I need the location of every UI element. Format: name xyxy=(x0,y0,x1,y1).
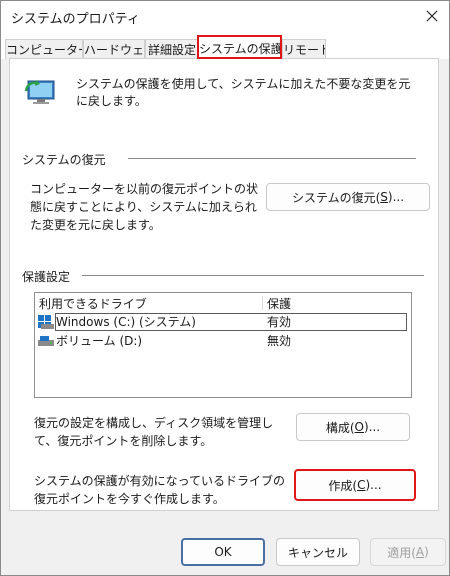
column-header-protection[interactable]: 保護 xyxy=(267,295,291,312)
tab-advanced[interactable]: 詳細設定 xyxy=(145,39,199,59)
tab-strip: コンピューター名 ハードウェア 詳細設定 システムの保護 リモート xyxy=(1,31,449,59)
create-button[interactable]: 作成(C)... xyxy=(294,469,416,501)
drive-list-header: 利用できるドライブ 保護 xyxy=(35,293,411,312)
tab-remote[interactable]: リモート xyxy=(282,39,326,59)
protection-heading: 保護設定 xyxy=(22,270,71,284)
system-restore-button-label: システムの復元( xyxy=(291,190,381,205)
restore-heading: システムの復元 xyxy=(22,153,106,167)
system-restore-button-key: S xyxy=(380,190,388,204)
apply-button-key: A xyxy=(415,545,425,559)
apply-button-label: 適用( xyxy=(387,545,416,560)
system-protection-panel: システムの保護を使用して、システムに加えた不要な変更を元に戻します。 システムの… xyxy=(9,58,439,511)
create-description: システムの保護が有効になっているドライブの復元ポイントを今すぐ作成します。 xyxy=(34,474,286,506)
column-separator xyxy=(262,296,263,310)
create-button-suffix: )... xyxy=(365,478,382,492)
column-header-drive[interactable]: 利用できるドライブ xyxy=(39,295,147,312)
restore-description: コンピューターを以前の復元ポイントの状態に戻すことにより、システムに加えられた変… xyxy=(30,182,259,232)
drive-status: 無効 xyxy=(267,334,292,348)
restore-divider xyxy=(128,158,416,159)
system-properties-window: システムのプロパティ コンピューター名 ハードウェア 詳細設定 システムの保護 … xyxy=(0,0,450,576)
drive-row-c-selection: Windows (C:) (システム) 有効 xyxy=(55,313,407,331)
cancel-button[interactable]: キャンセル xyxy=(276,538,360,566)
system-restore-button-suffix: )... xyxy=(387,190,405,204)
configure-button-label: 構成( xyxy=(325,420,355,435)
create-button-key: C xyxy=(357,478,366,492)
drive-list[interactable]: 利用できるドライブ 保護 Windows (C:) (システム) 有効 ボリュー… xyxy=(34,292,412,398)
apply-button-suffix: ) xyxy=(424,545,429,559)
configure-description: 復元の設定を構成し、ディスク領域を管理して、復元ポイントを削除します。 xyxy=(34,416,274,448)
drive-row-d[interactable]: ボリューム (D:) 無効 xyxy=(35,332,411,350)
drive-name: Windows (C:) (システム) xyxy=(56,315,196,329)
intro-text: システムの保護を使用して、システムに加えた不要な変更を元に戻します。 xyxy=(76,77,411,108)
close-icon xyxy=(426,10,438,22)
protection-divider xyxy=(82,275,424,276)
drive-name: ボリューム (D:) xyxy=(56,334,143,348)
apply-button[interactable]: 適用(A) xyxy=(370,538,446,566)
system-protection-icon xyxy=(24,80,55,104)
ok-button[interactable]: OK xyxy=(181,538,265,566)
drive-status: 有効 xyxy=(267,315,292,329)
configure-button-key: O xyxy=(354,420,364,434)
drive-row-c[interactable]: Windows (C:) (システム) 有効 xyxy=(35,313,411,331)
title-bar: システムのプロパティ xyxy=(1,1,449,31)
volume-drive-icon xyxy=(38,336,54,346)
tab-system-protection[interactable]: システムの保護 xyxy=(197,35,282,59)
configure-button[interactable]: 構成(O)... xyxy=(296,413,410,441)
system-restore-button[interactable]: システムの復元(S)... xyxy=(266,183,430,211)
window-title: システムのプロパティ xyxy=(11,12,140,27)
configure-button-suffix: )... xyxy=(364,420,381,434)
create-button-label: 作成( xyxy=(328,478,358,493)
tab-hardware[interactable]: ハードウェア xyxy=(83,39,145,59)
system-drive-icon xyxy=(38,315,54,329)
close-button[interactable] xyxy=(415,1,449,31)
tab-computer-name[interactable]: コンピューター名 xyxy=(5,39,83,59)
